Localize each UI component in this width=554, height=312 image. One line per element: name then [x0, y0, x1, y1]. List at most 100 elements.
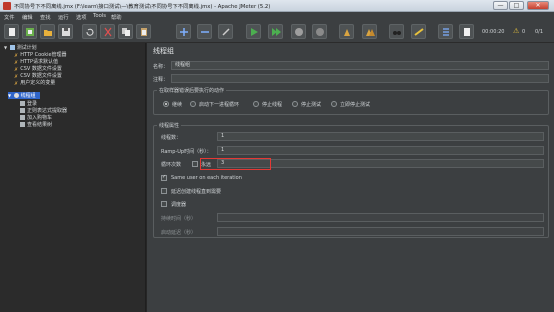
startup-delay-field[interactable] [217, 227, 544, 236]
broom-icon [344, 29, 350, 36]
menu-options[interactable]: 选项 [76, 13, 87, 21]
page-title: 线程组 [153, 47, 174, 55]
start-no-pause-button[interactable] [268, 24, 283, 39]
play-fast-icon [272, 28, 281, 36]
start-button[interactable] [246, 24, 261, 39]
elapsed-timer: 00:00:20 [482, 29, 505, 35]
tree-node-thread-group[interactable]: ▼ 线程组 [8, 92, 40, 99]
test-plan-tree: ▼ 测试计划 ✗ HTTP Cookie管理器 ✗ HTTP请求默认值 ✗ CSV 数… [0, 43, 146, 312]
tree-node-user-vars[interactable]: ✗ 用户定义的变量 [14, 79, 56, 87]
name-label: 名称： [153, 64, 169, 70]
copy-icon [122, 28, 130, 36]
thread-group-panel: 线程组 名称： 线程组 注释： 在取样器错误后要执行的动作 继续 启动下一进程循… [149, 43, 554, 312]
menu-file[interactable]: 文件 [4, 13, 15, 21]
same-user-label: Same user on each iteration [171, 175, 242, 181]
tree-node-cookie-manager[interactable]: ✗ HTTP Cookie管理器 [14, 51, 67, 59]
tree-node-http-defaults[interactable]: ✗ HTTP请求默认值 [14, 58, 58, 66]
comment-field[interactable] [171, 74, 549, 83]
function-helper-button[interactable] [438, 24, 453, 39]
expand-button[interactable] [176, 24, 191, 39]
action-stop-test-label: 停止测试 [301, 102, 322, 108]
new-button[interactable] [4, 24, 19, 39]
maximize-button[interactable]: □ [509, 1, 524, 10]
error-count: 0 [522, 29, 526, 35]
comment-label: 注释： [153, 77, 169, 83]
folder-open-icon [44, 30, 52, 36]
action-stop-test-radio[interactable] [292, 101, 298, 107]
name-field[interactable]: 线程组 [171, 61, 549, 70]
clear-all-button[interactable] [362, 24, 377, 39]
pencil-icon [20, 122, 25, 127]
tree-node-add-cart[interactable]: 加入购物车 [20, 114, 52, 121]
action-stop-thread-label: 停止线程 [262, 102, 283, 108]
gear-icon [13, 93, 19, 98]
menu-search[interactable]: 查找 [40, 13, 51, 21]
cut-button[interactable] [100, 24, 115, 39]
revert-icon [86, 28, 94, 36]
tree-node-regex-extractor[interactable]: 正则表达式提取器 [20, 107, 67, 114]
menu-edit[interactable]: 编辑 [22, 13, 33, 21]
clear-all-icon [366, 29, 375, 36]
templates-button[interactable] [22, 24, 37, 39]
scissors-icon [104, 27, 112, 37]
revert-button[interactable] [82, 24, 97, 39]
pencil-icon [20, 101, 25, 106]
thread-properties-title: 线程属性 [157, 122, 182, 129]
loop-forever-checkbox[interactable] [192, 161, 198, 167]
action-next-loop-radio[interactable] [190, 101, 196, 107]
tree-node-results-tree[interactable]: 查看结果树 [20, 121, 52, 128]
menu-help[interactable]: 帮助 [111, 13, 122, 21]
tree-node-label: 用户定义的变量 [20, 80, 56, 86]
action-continue-radio[interactable] [163, 101, 169, 107]
help-button[interactable] [459, 24, 474, 39]
rampup-field[interactable]: 1 [217, 146, 544, 155]
rampup-label: Ramp-Up时间（秒）： [161, 149, 212, 155]
delay-create-label: 延迟创建线程直到需要 [171, 189, 222, 195]
reset-search-icon [414, 28, 424, 36]
binoculars-icon [393, 31, 401, 35]
duration-field[interactable] [217, 213, 544, 222]
pencil-icon [20, 108, 25, 113]
delay-create-checkbox[interactable] [161, 188, 167, 194]
action-stop-now-radio[interactable] [331, 101, 337, 107]
minimize-button[interactable]: — [493, 1, 508, 10]
open-button[interactable] [40, 24, 55, 39]
scheduler-label: 调度器 [171, 202, 187, 208]
expand-arrow-icon[interactable]: ▼ [8, 93, 11, 98]
scheduler-checkbox[interactable] [161, 201, 167, 207]
threads-field[interactable]: 1 [217, 132, 544, 141]
threads-label: 线程数： [161, 135, 182, 141]
expand-arrow-icon[interactable]: ▼ [4, 45, 7, 50]
help-icon [464, 28, 470, 36]
paste-button[interactable] [136, 24, 151, 39]
minus-icon [201, 31, 209, 33]
stop-icon [295, 28, 303, 36]
search-button[interactable] [389, 24, 404, 39]
save-button[interactable] [58, 24, 73, 39]
duration-label: 持续时间（秒） [161, 216, 197, 222]
tree-node-test-plan[interactable]: ▼ 测试计划 [4, 44, 37, 51]
new-file-icon [9, 28, 15, 36]
clear-button[interactable] [339, 24, 354, 39]
tree-node-csv-data-1[interactable]: ✗ CSV 数据文件设置 [14, 65, 62, 73]
shutdown-button[interactable] [312, 24, 327, 39]
jmeter-app-icon [3, 2, 11, 10]
same-user-checkbox[interactable] [161, 174, 167, 181]
copy-button[interactable] [118, 24, 133, 39]
tree-node-csv-data-2[interactable]: ✗ CSV 数据文件设置 [14, 72, 62, 80]
reset-search-button[interactable] [411, 24, 426, 39]
stop-button[interactable] [291, 24, 306, 39]
window-titlebar: 不同协号下不同离线.jmx (F:\learn\接口测试\—\教育测试\不同协号… [0, 0, 554, 12]
toggle-icon [222, 28, 230, 36]
collapse-button[interactable] [197, 24, 212, 39]
action-stop-thread-radio[interactable] [253, 101, 259, 107]
tree-node-label: 查看结果树 [27, 122, 53, 128]
pencil-icon [20, 115, 25, 120]
toggle-button[interactable] [218, 24, 233, 39]
menu-tools[interactable]: Tools [93, 13, 106, 19]
warning-icon[interactable]: ⚠ [513, 27, 519, 35]
menu-run[interactable]: 运行 [58, 13, 69, 21]
close-button[interactable]: ✕ [527, 1, 549, 10]
action-stop-now-label: 立即停止测试 [340, 102, 371, 108]
tree-node-login[interactable]: 登录 [20, 100, 37, 107]
